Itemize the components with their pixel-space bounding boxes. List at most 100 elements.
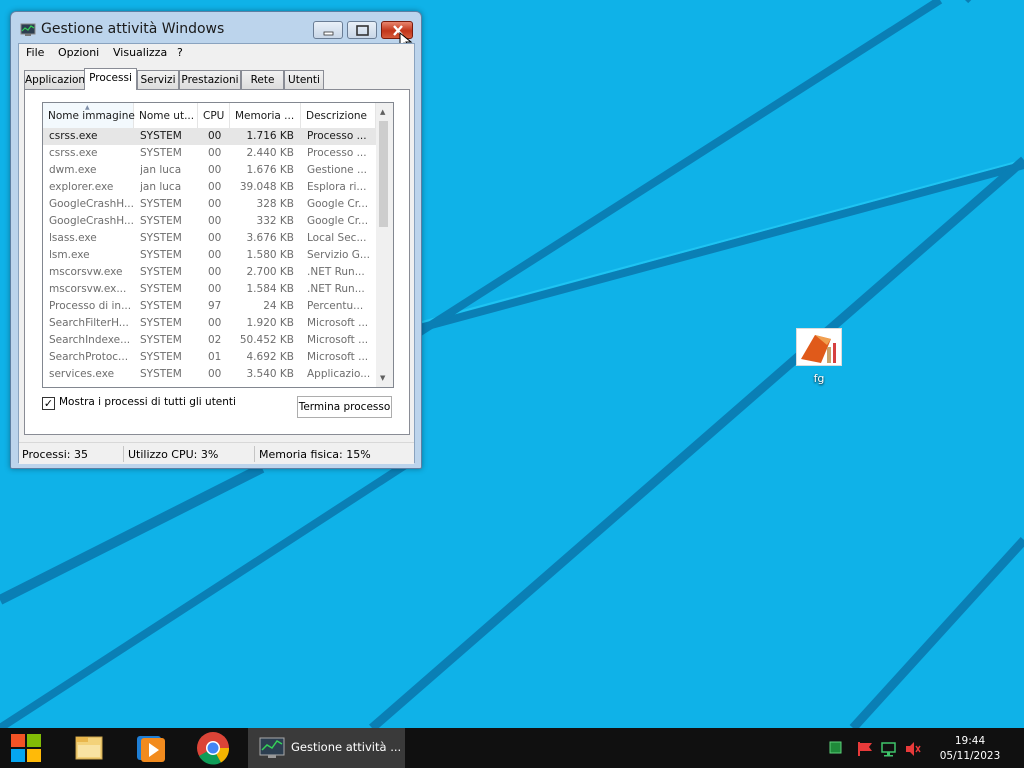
taskbar-media-player[interactable]: [124, 728, 178, 768]
table-row[interactable]: csrss.exe SYSTEM 00 2.440 KB Processo ...: [43, 145, 376, 162]
window-title: Gestione attività Windows: [41, 21, 225, 37]
tab-services[interactable]: Servizi: [137, 70, 179, 89]
green-square-icon[interactable]: [829, 741, 843, 755]
cell-desc: .NET Run...: [307, 283, 365, 295]
show-all-checkbox[interactable]: ✓: [42, 397, 55, 410]
cell-mem: 1.580 KB: [246, 249, 295, 261]
cell-name: csrss.exe: [49, 147, 98, 159]
title-bar[interactable]: Gestione attività Windows: [11, 12, 421, 51]
cell-user: SYSTEM: [140, 300, 182, 312]
tab-applications[interactable]: Applicazioni: [24, 70, 88, 89]
cell-name: GoogleCrashH...: [49, 215, 133, 227]
cell-user: SYSTEM: [140, 317, 182, 329]
cell-user: SYSTEM: [140, 351, 182, 363]
cell-name: dwm.exe: [49, 164, 97, 176]
cell-cpu: 00: [208, 198, 222, 210]
task-manager-icon: [20, 23, 36, 36]
status-memory: Memoria fisica: 15%: [259, 448, 371, 461]
cell-name: SearchIndexe...: [49, 334, 131, 346]
taskbar-task-manager[interactable]: Gestione attività ...: [248, 728, 405, 768]
menu-options[interactable]: Opzioni: [58, 46, 99, 59]
column-user-name[interactable]: Nome ut...: [134, 103, 198, 128]
table-row[interactable]: SearchFilterH... SYSTEM 00 1.920 KB Microsof…: [43, 315, 376, 332]
cell-name: GoogleCrashH...: [49, 198, 133, 210]
media-player-icon: [137, 736, 165, 762]
status-bar: Processi: 35 Utilizzo CPU: 3% Memoria fi…: [19, 442, 414, 464]
maximize-icon: [356, 25, 369, 36]
end-process-button[interactable]: Termina processo: [297, 396, 392, 418]
cell-desc: Processo ...: [307, 147, 367, 159]
vertical-scrollbar[interactable]: ▲ ▼: [376, 103, 393, 387]
column-cpu[interactable]: CPU: [198, 103, 230, 128]
window-client: File Opzioni Visualizza ? Applicazioni P…: [18, 43, 415, 464]
scroll-down-icon[interactable]: ▼: [380, 374, 385, 382]
volume-muted-icon[interactable]: [904, 741, 922, 757]
table-row[interactable]: SearchIndexe... SYSTEM 02 50.452 KB Microsof…: [43, 332, 376, 349]
task-manager-window[interactable]: Gestione attività Windows File Opzioni V…: [10, 11, 422, 469]
action-center-flag-icon[interactable]: [856, 741, 874, 757]
start-button[interactable]: [0, 728, 52, 768]
table-row[interactable]: mscorsvw.ex... SYSTEM 00 1.584 KB .NET Run..…: [43, 281, 376, 298]
table-row[interactable]: services.exe SYSTEM 00 3.540 KB Applicazio..…: [43, 366, 376, 383]
table-row[interactable]: Processo di in... SYSTEM 97 24 KB Percentu..…: [43, 298, 376, 315]
cell-mem: 3.540 KB: [246, 368, 295, 380]
table-row[interactable]: lsass.exe SYSTEM 00 3.676 KB Local Sec...: [43, 230, 376, 247]
cell-user: SYSTEM: [140, 130, 182, 142]
scroll-up-icon[interactable]: ▲: [380, 108, 385, 116]
cell-user: SYSTEM: [140, 368, 182, 380]
menu-view[interactable]: Visualizza: [113, 46, 167, 59]
clock-time: 19:44: [954, 735, 986, 747]
cell-cpu: 00: [208, 266, 222, 278]
scrollbar-thumb[interactable]: [379, 121, 388, 227]
cell-desc: Processo ...: [307, 130, 367, 142]
table-row[interactable]: mscorsvw.exe SYSTEM 00 2.700 KB .NET Run...: [43, 264, 376, 281]
cell-desc: Local Sec...: [307, 232, 367, 244]
cell-name: SearchFilterH...: [49, 317, 129, 329]
cell-desc: Esplora ri...: [307, 181, 367, 193]
table-row[interactable]: GoogleCrashH... SYSTEM 00 328 KB Google Cr..…: [43, 196, 376, 213]
table-row[interactable]: dwm.exe jan luca 00 1.676 KB Gestione ...: [43, 162, 376, 179]
cell-name: mscorsvw.ex...: [49, 283, 127, 295]
network-icon[interactable]: [880, 741, 898, 757]
column-memory[interactable]: Memoria ...: [230, 103, 301, 128]
cell-user: SYSTEM: [140, 283, 182, 295]
show-all-label: Mostra i processi di tutti gli utenti: [59, 396, 236, 408]
cell-cpu: 02: [208, 334, 222, 346]
table-row[interactable]: csrss.exe SYSTEM 00 1.716 KB Processo ...: [43, 128, 376, 145]
cell-cpu: 00: [208, 232, 222, 244]
menu-file[interactable]: File: [26, 46, 44, 59]
cell-desc: Google Cr...: [307, 198, 369, 210]
table-row[interactable]: explorer.exe jan luca 00 39.048 KB Esplora r…: [43, 179, 376, 196]
minimize-button[interactable]: [313, 21, 343, 39]
desktop-icon-fg[interactable]: fg: [792, 328, 846, 385]
tab-network[interactable]: Rete: [241, 70, 284, 89]
cell-cpu: 00: [208, 317, 222, 329]
cell-user: SYSTEM: [140, 198, 182, 210]
tab-users[interactable]: Utenti: [284, 70, 324, 89]
column-description[interactable]: Descrizione: [301, 103, 376, 128]
taskbar-clock[interactable]: 19:44 05/11/2023: [930, 734, 1010, 764]
maximize-button[interactable]: [347, 21, 377, 39]
cell-mem: 1.716 KB: [246, 130, 295, 142]
tab-performance[interactable]: Prestazioni: [179, 70, 241, 89]
tab-processes[interactable]: Processi: [84, 68, 137, 90]
cell-mem: 332 KB: [256, 215, 294, 227]
menu-bar: File Opzioni Visualizza ?: [19, 44, 414, 63]
taskbar-file-explorer[interactable]: [62, 728, 116, 768]
taskbar-app-label: Gestione attività ...: [291, 740, 402, 754]
cell-mem: 50.452 KB: [239, 334, 294, 346]
cell-user: SYSTEM: [140, 215, 182, 227]
table-row[interactable]: lsm.exe SYSTEM 00 1.580 KB Servizio G...: [43, 247, 376, 264]
table-row[interactable]: SearchProtoc... SYSTEM 01 4.692 KB Microsoft…: [43, 349, 376, 366]
cell-name: services.exe: [49, 368, 115, 380]
taskbar-chrome[interactable]: [186, 728, 240, 768]
menu-help[interactable]: ?: [177, 46, 183, 59]
column-label: Nome immagine: [48, 110, 135, 122]
minimize-icon: [323, 31, 334, 36]
cell-cpu: 97: [208, 300, 222, 312]
column-image-name[interactable]: ▲ Nome immagine: [43, 103, 135, 128]
cell-user: SYSTEM: [140, 266, 182, 278]
table-row[interactable]: GoogleCrashH... SYSTEM 00 332 KB Google Cr..…: [43, 213, 376, 230]
process-list[interactable]: ▲ Nome immagine Nome ut... CPU Memoria .…: [42, 102, 394, 388]
cell-cpu: 01: [208, 351, 222, 363]
